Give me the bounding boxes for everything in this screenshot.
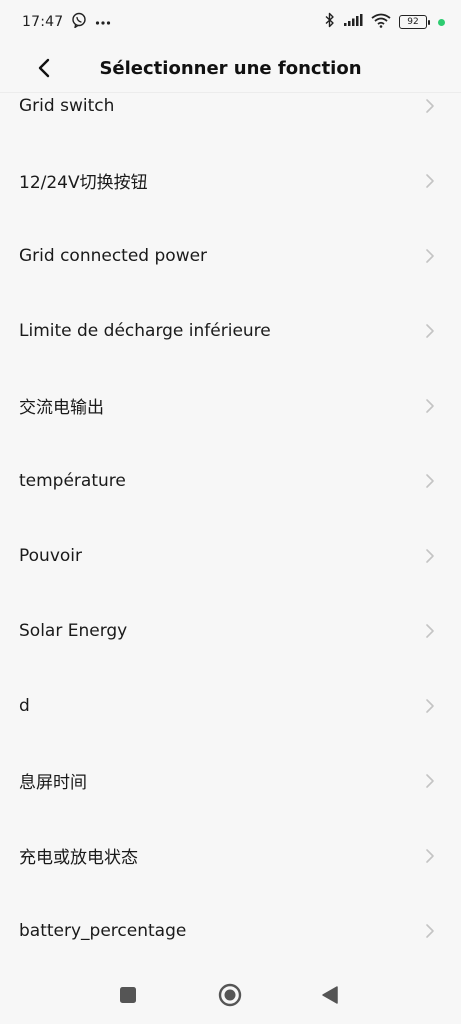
status-bar: 17:47 92 (0, 0, 461, 44)
status-right: 92 (325, 12, 445, 32)
battery-level: 92 (399, 15, 427, 29)
list-item-battery-percentage[interactable]: battery_percentage (0, 893, 461, 968)
chevron-right-icon (426, 173, 434, 188)
item-label: 12/24V切换按钮 (19, 173, 148, 193)
list-item-discharge-limit[interactable]: Limite de décharge inférieure (0, 293, 461, 368)
item-label: 交流电输出 (19, 398, 104, 418)
square-icon (120, 987, 136, 1003)
list-item-pouvoir[interactable]: Pouvoir (0, 518, 461, 593)
battery-tip (428, 19, 430, 25)
list-item-12-24v-switch[interactable]: 12/24V切换按钮 (0, 143, 461, 218)
status-time: 17:47 (22, 14, 64, 30)
chevron-right-icon (426, 923, 434, 938)
home-button[interactable] (218, 983, 242, 1007)
chevron-right-icon (426, 848, 434, 863)
item-label: d (19, 695, 30, 716)
item-label: 充电或放电状态 (19, 848, 138, 868)
item-label: Limite de décharge inférieure (19, 320, 271, 341)
battery-icon: 92 (399, 15, 430, 29)
chevron-right-icon (426, 698, 434, 713)
item-label: température (19, 470, 126, 491)
list-item-temperature[interactable]: température (0, 443, 461, 518)
list-item-charge-discharge-state[interactable]: 充电或放电状态 (0, 818, 461, 893)
chevron-right-icon (426, 473, 434, 488)
list-item-solar-energy[interactable]: Solar Energy (0, 593, 461, 668)
item-label: Grid switch (19, 95, 115, 116)
viber-icon (71, 12, 87, 32)
chevron-right-icon (426, 548, 434, 563)
item-label: 息屏时间 (19, 773, 87, 793)
list-item-screen-off-time[interactable]: 息屏时间 (0, 743, 461, 818)
back-nav-button[interactable] (320, 984, 340, 1006)
list-item-d[interactable]: d (0, 668, 461, 743)
bluetooth-icon (325, 12, 335, 32)
item-label: battery_percentage (19, 920, 187, 941)
chevron-right-icon (426, 623, 434, 638)
list-item-grid-connected-power[interactable]: Grid connected power (0, 218, 461, 293)
wifi-icon (371, 13, 391, 32)
item-label: Grid connected power (19, 245, 208, 266)
more-dots-icon (95, 14, 111, 30)
function-list: Grid switch 12/24V切换按钮 Grid connected po… (0, 68, 461, 968)
list-item-grid-switch[interactable]: Grid switch (0, 68, 461, 143)
chevron-right-icon (426, 248, 434, 263)
item-label: Solar Energy (19, 620, 128, 641)
privacy-indicator-dot (438, 18, 445, 26)
chevron-right-icon (426, 773, 434, 788)
chevron-right-icon (426, 98, 434, 113)
recents-button[interactable] (118, 985, 138, 1005)
list-item-ac-output[interactable]: 交流电输出 (0, 368, 461, 443)
chevron-right-icon (426, 398, 434, 413)
signal-icon (343, 13, 363, 31)
triangle-back-icon (322, 986, 338, 1004)
status-left: 17:47 (22, 12, 111, 32)
item-label: Pouvoir (19, 545, 82, 566)
chevron-right-icon (426, 323, 434, 338)
home-circle-icon (218, 983, 242, 1007)
system-nav-bar (0, 966, 461, 1024)
